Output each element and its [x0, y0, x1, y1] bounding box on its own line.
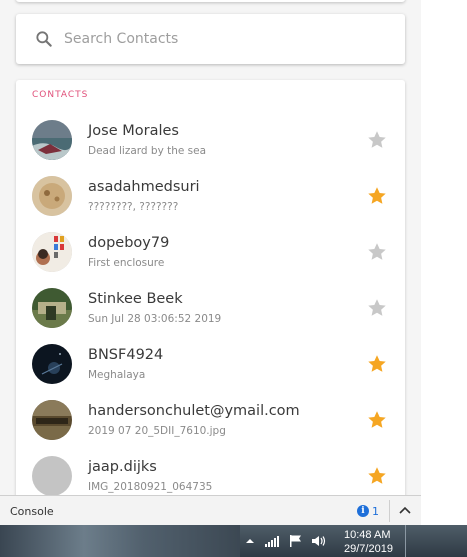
- show-hidden-icons-icon[interactable]: [242, 534, 258, 548]
- star-icon[interactable]: [366, 465, 388, 487]
- avatar: [32, 120, 72, 160]
- avatar: [32, 288, 72, 328]
- contact-name: dopeboy79: [88, 235, 170, 251]
- contact-item[interactable]: Stinkee Beek Sun Jul 28 03:06:52 2019: [16, 280, 405, 336]
- contact-name: asadahmedsuri: [88, 179, 200, 195]
- star-icon[interactable]: [366, 297, 388, 319]
- divider: [389, 500, 390, 522]
- contact-item[interactable]: jaap.dijks IMG_20180921_064735: [16, 448, 405, 495]
- contact-name: Stinkee Beek: [88, 291, 183, 307]
- windows-taskbar: 10:48 AM 29/7/2019: [0, 525, 467, 557]
- info-count: 1: [372, 504, 379, 518]
- previous-card-edge: [16, 0, 405, 2]
- star-icon[interactable]: [366, 129, 388, 151]
- show-desktop-button[interactable]: [405, 525, 417, 557]
- star-icon[interactable]: [366, 409, 388, 431]
- contact-subtitle: Dead lizard by the sea: [88, 145, 207, 157]
- contact-name: Jose Morales: [88, 123, 179, 139]
- avatar: [32, 232, 72, 272]
- console-label: Console: [10, 505, 54, 518]
- contact-subtitle: ????????, ???????: [88, 201, 179, 213]
- info-message-badge[interactable]: i 1: [357, 504, 379, 518]
- window-margin: [421, 0, 467, 525]
- contact-subtitle: Sun Jul 28 03:06:52 2019: [88, 313, 222, 325]
- taskbar-background: [0, 525, 240, 557]
- search-icon: [36, 31, 52, 47]
- info-icon: i: [357, 505, 369, 517]
- contact-name: handersonchulet@ymail.com: [88, 403, 300, 419]
- avatar: [32, 400, 72, 440]
- contact-item[interactable]: dopeboy79 First enclosure: [16, 224, 405, 280]
- avatar-placeholder: [32, 456, 72, 495]
- chevron-up-icon[interactable]: [394, 502, 416, 520]
- contact-subtitle: Meghalaya: [88, 369, 146, 381]
- network-signal-icon[interactable]: [264, 534, 280, 548]
- search-input[interactable]: [64, 27, 384, 51]
- contact-subtitle: 2019 07 20_5DII_7610.jpg: [88, 425, 226, 437]
- contact-name: jaap.dijks: [88, 459, 157, 475]
- avatar: [32, 176, 72, 216]
- avatar: [32, 344, 72, 384]
- contact-subtitle: IMG_20180921_064735: [88, 481, 213, 493]
- star-icon[interactable]: [366, 185, 388, 207]
- contact-item[interactable]: BNSF4924 Meghalaya: [16, 336, 405, 392]
- volume-icon[interactable]: [311, 534, 327, 548]
- contacts-section-title: CONTACTS: [32, 90, 89, 100]
- console-panel-bar[interactable]: Console i 1: [0, 495, 421, 525]
- contact-item[interactable]: handersonchulet@ymail.com 2019 07 20_5DI…: [16, 392, 405, 448]
- contact-name: BNSF4924: [88, 347, 164, 363]
- contacts-list-card: CONTACTS Jose Morales Dead lizard by the…: [16, 80, 405, 495]
- contacts-app: CONTACTS Jose Morales Dead lizard by the…: [0, 0, 421, 495]
- flag-icon[interactable]: [288, 534, 304, 548]
- search-bar[interactable]: [16, 14, 405, 64]
- star-icon[interactable]: [366, 353, 388, 375]
- clock-date[interactable]: 29/7/2019: [344, 543, 393, 555]
- clock-time[interactable]: 10:48 AM: [344, 529, 390, 541]
- contact-item[interactable]: Jose Morales Dead lizard by the sea: [16, 112, 405, 168]
- star-icon[interactable]: [366, 241, 388, 263]
- contact-subtitle: First enclosure: [88, 257, 165, 269]
- contact-item[interactable]: asadahmedsuri ????????, ???????: [16, 168, 405, 224]
